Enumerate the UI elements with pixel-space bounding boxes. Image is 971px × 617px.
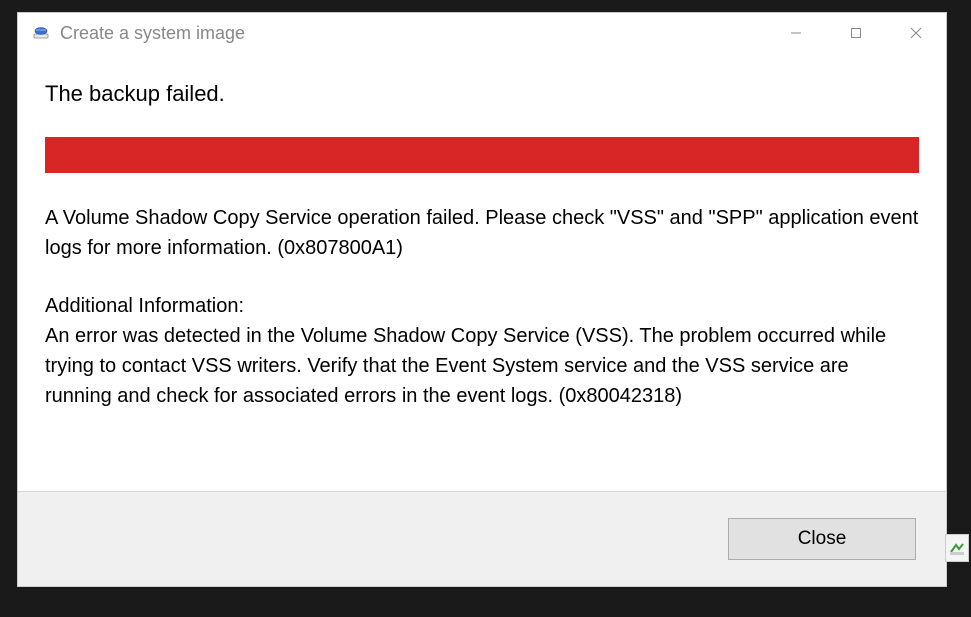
window-controls [766, 13, 946, 53]
titlebar: Create a system image [18, 13, 946, 53]
minimize-button[interactable] [766, 13, 826, 53]
error-progress-bar [45, 137, 919, 173]
dialog-window: Create a system image The backup failed.… [17, 12, 947, 587]
maximize-button[interactable] [826, 13, 886, 53]
additional-info-label: Additional Information: [45, 291, 919, 321]
error-message: A Volume Shadow Copy Service operation f… [45, 203, 919, 263]
dialog-content: The backup failed. A Volume Shadow Copy … [18, 53, 946, 491]
taskbar-notification-icon[interactable] [945, 534, 969, 562]
app-icon [32, 23, 52, 43]
window-title: Create a system image [60, 23, 766, 44]
minimize-icon [790, 27, 802, 39]
close-icon [910, 27, 922, 39]
additional-info-text: An error was detected in the Volume Shad… [45, 321, 919, 411]
close-button[interactable]: Close [728, 518, 916, 560]
heading-text: The backup failed. [45, 81, 919, 107]
maximize-icon [850, 27, 862, 39]
dialog-footer: Close [18, 491, 946, 586]
window-close-button[interactable] [886, 13, 946, 53]
